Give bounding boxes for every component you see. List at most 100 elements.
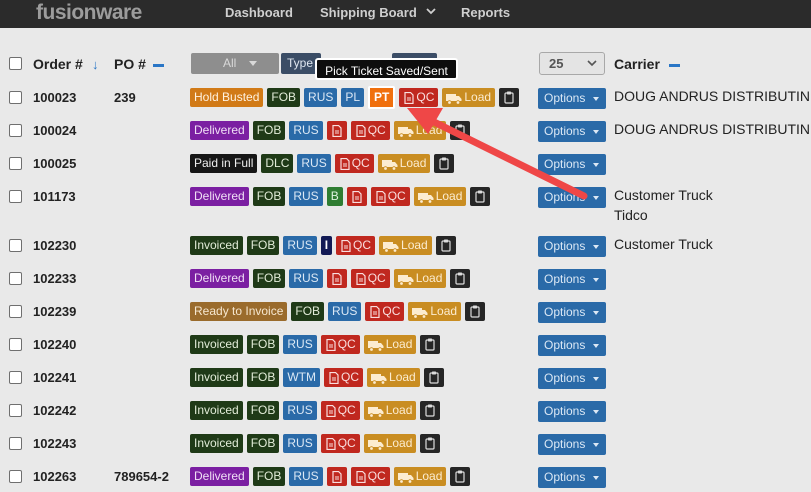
options-dropdown-button[interactable]: Options bbox=[538, 335, 606, 356]
status-badge[interactable]: Delivered bbox=[190, 467, 249, 486]
order-number[interactable]: 102233 bbox=[33, 271, 76, 286]
row-checkbox[interactable] bbox=[9, 190, 22, 203]
qc-badge[interactable]: QC bbox=[320, 434, 360, 453]
rus-badge[interactable]: RUS bbox=[328, 302, 362, 321]
options-dropdown-button[interactable]: Options bbox=[538, 434, 606, 455]
fob-badge[interactable]: FOB bbox=[252, 121, 286, 140]
document-badge[interactable] bbox=[326, 269, 347, 288]
sort-down-arrow-icon[interactable]: ↓ bbox=[92, 57, 99, 72]
brand-logo[interactable]: fusionware bbox=[36, 1, 142, 25]
load-badge[interactable]: Load bbox=[379, 236, 432, 255]
options-dropdown-button[interactable]: Options bbox=[538, 154, 606, 175]
clipboard-button[interactable] bbox=[435, 236, 456, 255]
select-all-checkbox[interactable] bbox=[9, 57, 22, 70]
rus-badge[interactable]: RUS bbox=[289, 269, 323, 288]
row-checkbox[interactable] bbox=[9, 305, 22, 318]
load-badge[interactable]: Load bbox=[363, 434, 417, 453]
qc-badge[interactable]: QC bbox=[350, 467, 390, 486]
document-badge[interactable] bbox=[326, 121, 347, 140]
fob-badge[interactable]: FOB bbox=[246, 335, 280, 354]
invoice-badge[interactable]: I bbox=[320, 236, 333, 255]
rus-badge[interactable]: RUS bbox=[304, 88, 338, 107]
options-dropdown-button[interactable]: Options bbox=[538, 302, 606, 323]
rus-badge[interactable]: RUS bbox=[289, 467, 323, 486]
fob-badge[interactable]: FOB bbox=[246, 236, 280, 255]
status-badge[interactable]: Invoiced bbox=[190, 434, 243, 453]
fob-badge[interactable]: FOB bbox=[267, 88, 301, 107]
rus-badge[interactable]: RUS bbox=[289, 121, 323, 140]
nav-shipping-board[interactable]: Shipping Board bbox=[320, 5, 417, 20]
nav-reports[interactable]: Reports bbox=[461, 5, 510, 20]
clipboard-button[interactable] bbox=[420, 401, 441, 420]
fob-badge[interactable]: FOB bbox=[291, 302, 325, 321]
collapse-carrier-minus-icon[interactable] bbox=[669, 64, 680, 67]
load-badge[interactable]: Load bbox=[363, 401, 417, 420]
row-checkbox[interactable] bbox=[9, 404, 22, 417]
order-number[interactable]: 102241 bbox=[33, 370, 76, 385]
load-badge[interactable]: Load bbox=[393, 121, 447, 140]
row-checkbox[interactable] bbox=[9, 338, 22, 351]
clipboard-button[interactable] bbox=[420, 434, 441, 453]
status-badge[interactable]: Invoiced bbox=[190, 236, 243, 255]
status-badge[interactable]: Paid in Full bbox=[190, 154, 258, 173]
options-dropdown-button[interactable]: Options bbox=[538, 236, 606, 257]
per-page-select[interactable]: 25 bbox=[539, 52, 605, 75]
order-column-header[interactable]: Order # bbox=[33, 56, 83, 72]
load-badge[interactable]: Load bbox=[442, 88, 496, 107]
qc-badge[interactable]: QC bbox=[350, 121, 390, 140]
qc-badge[interactable]: QC bbox=[350, 269, 390, 288]
clipboard-button[interactable] bbox=[450, 269, 471, 288]
row-checkbox[interactable] bbox=[9, 239, 22, 252]
load-badge[interactable]: Load bbox=[393, 467, 447, 486]
row-checkbox[interactable] bbox=[9, 91, 22, 104]
rus-badge[interactable]: RUS bbox=[283, 335, 317, 354]
options-dropdown-button[interactable]: Options bbox=[538, 269, 606, 290]
status-filter-select[interactable]: All bbox=[191, 53, 279, 74]
rus-badge[interactable]: RUS bbox=[283, 434, 317, 453]
fob-badge[interactable]: FOB bbox=[246, 368, 280, 387]
qc-badge[interactable]: QC bbox=[334, 154, 374, 173]
options-dropdown-button[interactable]: Options bbox=[538, 121, 606, 142]
load-badge[interactable]: Load bbox=[377, 154, 431, 173]
fob-badge[interactable]: FOB bbox=[252, 187, 286, 206]
clipboard-button[interactable] bbox=[465, 302, 486, 321]
qc-badge[interactable]: QC bbox=[324, 368, 364, 387]
row-checkbox[interactable] bbox=[9, 437, 22, 450]
rus-badge[interactable]: RUS bbox=[283, 236, 317, 255]
status-badge[interactable]: Invoiced bbox=[190, 401, 243, 420]
load-badge[interactable]: Load bbox=[393, 269, 447, 288]
clipboard-button[interactable] bbox=[470, 187, 491, 206]
options-dropdown-button[interactable]: Options bbox=[538, 368, 606, 389]
clipboard-button[interactable] bbox=[420, 335, 441, 354]
rus-badge[interactable]: RUS bbox=[289, 187, 323, 206]
load-badge[interactable]: Load bbox=[367, 368, 420, 387]
qc-badge[interactable]: QC bbox=[336, 236, 376, 255]
clipboard-button[interactable] bbox=[499, 88, 520, 107]
pick-ticket-badge[interactable]: PT bbox=[368, 86, 396, 109]
order-number[interactable]: 102230 bbox=[33, 238, 76, 253]
po-column-header[interactable]: PO # bbox=[114, 56, 146, 72]
row-checkbox[interactable] bbox=[9, 272, 22, 285]
status-badge[interactable]: Delivered bbox=[190, 187, 249, 206]
status-badge[interactable]: Delivered bbox=[190, 121, 249, 140]
load-badge[interactable]: Load bbox=[363, 335, 417, 354]
qc-badge[interactable]: QC bbox=[320, 335, 360, 354]
row-checkbox[interactable] bbox=[9, 371, 22, 384]
status-badge[interactable]: Hold Busted bbox=[190, 88, 264, 107]
fob-badge[interactable]: FOB bbox=[252, 269, 286, 288]
document-badge[interactable] bbox=[346, 187, 367, 206]
chevron-down-icon[interactable] bbox=[426, 6, 436, 16]
order-number[interactable]: 102263 bbox=[33, 469, 76, 484]
order-number[interactable]: 100023 bbox=[33, 90, 76, 105]
order-number[interactable]: 102242 bbox=[33, 403, 76, 418]
order-number[interactable]: 101173 bbox=[33, 189, 76, 204]
pl-badge[interactable]: PL bbox=[341, 88, 365, 107]
options-dropdown-button[interactable]: Options bbox=[538, 187, 606, 208]
options-dropdown-button[interactable]: Options bbox=[538, 401, 606, 422]
rus-badge[interactable]: RUS bbox=[283, 401, 317, 420]
qc-badge[interactable]: QC bbox=[370, 187, 410, 206]
dlc-badge[interactable]: DLC bbox=[261, 154, 294, 173]
qc-badge[interactable]: QC bbox=[399, 88, 439, 107]
fob-badge[interactable]: FOB bbox=[246, 401, 280, 420]
fob-badge[interactable]: FOB bbox=[246, 434, 280, 453]
